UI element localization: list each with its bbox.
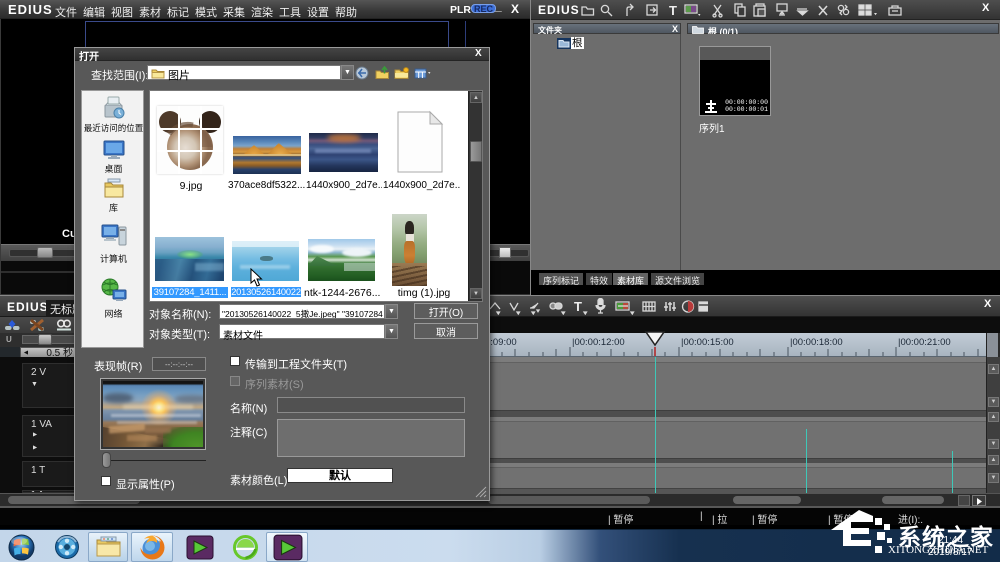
svg-text:|00:00:12:00: |00:00:12:00	[572, 337, 625, 348]
svg-text:T: T	[669, 3, 677, 18]
svg-text:|00:00:18:00: |00:00:18:00	[790, 337, 843, 348]
svg-text:T: T	[574, 299, 582, 314]
svg-text:|00:00:21:00: |00:00:21:00	[898, 337, 951, 348]
svg-text:|00:00:15:00: |00:00:15:00	[681, 337, 734, 348]
